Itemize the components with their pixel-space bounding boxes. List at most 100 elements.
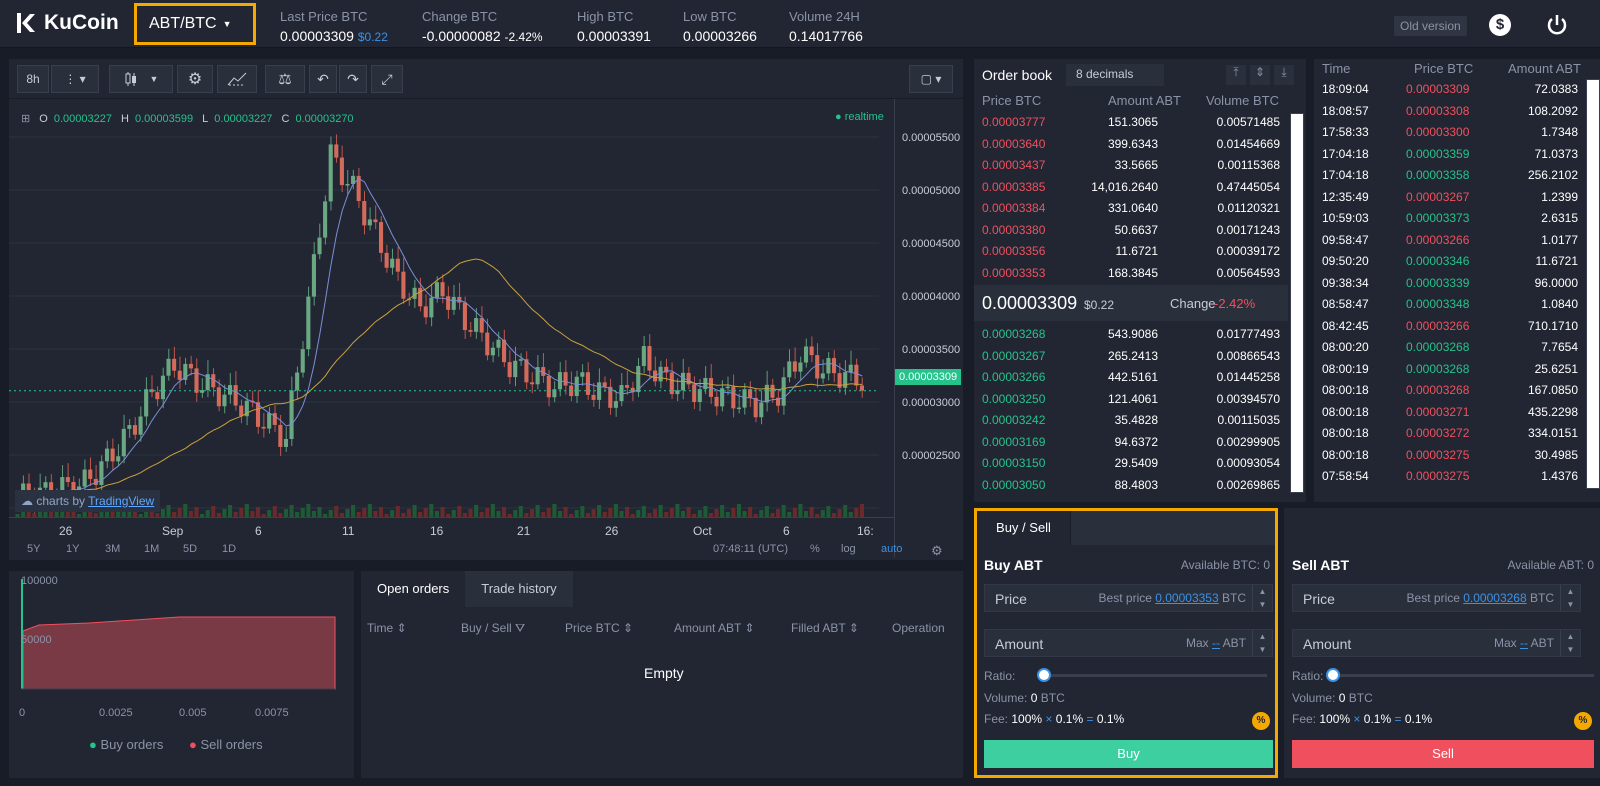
- buy-price-input[interactable]: Price Best price 0.00003353 BTC ▲ ▼: [984, 584, 1273, 612]
- order-book-scrollbar[interactable]: [1290, 113, 1304, 493]
- col-amount[interactable]: Amount ABT ⇕: [674, 621, 755, 635]
- fee-a: 100%: [1319, 712, 1351, 726]
- max-link[interactable]: --: [1212, 636, 1220, 650]
- bid-row[interactable]: 0.00003169 94.6372 0.00299905: [974, 431, 1288, 453]
- candle-body: [474, 318, 479, 332]
- candle-body: [373, 219, 378, 223]
- buy-amount-input[interactable]: Amount Max -- ABT ▲ ▼: [984, 629, 1273, 657]
- candlestick-chart[interactable]: [9, 99, 894, 517]
- price-axis[interactable]: 0.00005500 0.00005000 0.00004500 0.00004…: [894, 99, 963, 557]
- trade-row: 08:00:18 0.00003271 435.2298: [1314, 402, 1582, 424]
- ask-row[interactable]: 0.00003380 50.6637 0.00171243: [974, 219, 1288, 241]
- undo-icon[interactable]: ↶: [309, 65, 337, 93]
- volume-bar: [345, 509, 350, 517]
- tradingview-link[interactable]: TradingView: [88, 494, 154, 508]
- time-tick: Oct: [693, 524, 712, 538]
- candle-body: [513, 360, 518, 378]
- volume-bar: [653, 509, 658, 517]
- time-tick: 6: [783, 524, 790, 538]
- ask-row[interactable]: 0.00003384 331.0640 0.01120321: [974, 197, 1288, 219]
- stat-label: Low BTC: [683, 9, 737, 24]
- asks-only-icon[interactable]: ⤒: [1226, 65, 1246, 85]
- fee-discount-icon[interactable]: %: [1252, 712, 1270, 730]
- percent-toggle[interactable]: %: [810, 543, 820, 555]
- ask-row[interactable]: 0.00003356 11.6721 0.00039172: [974, 240, 1288, 262]
- buy-ratio-slider[interactable]: [1037, 668, 1051, 682]
- range-5d[interactable]: 5D: [183, 543, 197, 555]
- price-stepper-icon[interactable]: ▲ ▼: [1252, 585, 1272, 611]
- filter-icon: ⛛: [515, 621, 526, 635]
- tradingview-badge[interactable]: ☁ charts by TradingView: [15, 490, 161, 512]
- interval-button[interactable]: 8h: [17, 65, 49, 93]
- decimals-select[interactable]: 8 decimals: [1066, 64, 1164, 86]
- indicators-icon[interactable]: [217, 65, 257, 93]
- bids-only-icon[interactable]: ⤓: [1274, 65, 1294, 85]
- ask-row[interactable]: 0.00003777 151.3065 0.00571485: [974, 111, 1288, 133]
- sell-ratio-track[interactable]: [1332, 674, 1594, 677]
- fullscreen-icon[interactable]: ⤢: [371, 65, 403, 93]
- power-icon[interactable]: [1544, 12, 1570, 38]
- max-link[interactable]: --: [1520, 636, 1528, 650]
- sell-button[interactable]: Sell: [1292, 740, 1594, 768]
- time-axis[interactable]: 26 Sep 6 11 16 21 26 Oct 6 16:: [9, 517, 894, 541]
- range-1y[interactable]: 1Y: [66, 543, 79, 555]
- range-3m[interactable]: 3M: [105, 543, 120, 555]
- best-price-link[interactable]: 0.00003268: [1463, 591, 1526, 605]
- kucoin-logo[interactable]: KuCoin: [14, 11, 119, 35]
- sell-price-input[interactable]: Price Best price 0.00003268 BTC ▲ ▼: [1292, 584, 1581, 612]
- best-price-link[interactable]: 0.00003353: [1155, 591, 1218, 605]
- both-sides-icon[interactable]: ⇕: [1250, 65, 1270, 85]
- volume-bar: [809, 507, 814, 517]
- ask-row[interactable]: 0.00003640 399.6343 0.01454669: [974, 133, 1288, 155]
- bid-row[interactable]: 0.00003250 121.4061 0.00394570: [974, 388, 1288, 410]
- col-time[interactable]: Time ⇕: [367, 621, 407, 635]
- orders-tabs: Open orders Trade history: [361, 571, 573, 607]
- ask-row[interactable]: 0.00003353 168.3845 0.00564593: [974, 262, 1288, 284]
- chart-settings-gear-icon[interactable]: ⚙: [931, 543, 943, 559]
- gear-icon[interactable]: ⚙: [177, 65, 213, 93]
- price-stepper-icon[interactable]: ▲ ▼: [1560, 585, 1580, 611]
- range-1d[interactable]: 1D: [222, 543, 236, 555]
- trade-time: 09:38:34: [1322, 275, 1369, 290]
- tab-trade-history[interactable]: Trade history: [465, 571, 573, 607]
- tab-open-orders[interactable]: Open orders: [361, 571, 466, 607]
- log-toggle[interactable]: log: [841, 543, 856, 555]
- bid-row[interactable]: 0.00003050 88.4803 0.00269865: [974, 474, 1288, 496]
- bid-row[interactable]: 0.00003266 442.5161 0.01445258: [974, 366, 1288, 388]
- buy-button[interactable]: Buy: [984, 740, 1273, 768]
- dollar-icon[interactable]: $: [1489, 14, 1511, 36]
- sell-ratio-slider[interactable]: [1326, 668, 1340, 682]
- buy-ratio-track[interactable]: [1043, 674, 1267, 677]
- tab-buy-sell[interactable]: Buy / Sell: [977, 511, 1071, 545]
- volume-bar: [518, 506, 523, 517]
- amount-stepper-icon[interactable]: ▲ ▼: [1252, 630, 1272, 656]
- auto-toggle[interactable]: auto: [881, 543, 902, 555]
- candle-body: [384, 252, 389, 268]
- bid-row[interactable]: 0.00003267 265.2413 0.00866543: [974, 345, 1288, 367]
- old-version-button[interactable]: Old version: [1394, 16, 1467, 36]
- col-filled[interactable]: Filled ABT ⇕: [791, 621, 859, 635]
- sell-amount-input[interactable]: Amount Max -- ABT ▲ ▼: [1292, 629, 1581, 657]
- range-1m[interactable]: 1M: [144, 543, 159, 555]
- interval-menu-icon[interactable]: ⋮ ▾: [51, 65, 99, 93]
- ask-row[interactable]: 0.00003385 14,016.2640 0.47445054: [974, 176, 1288, 198]
- trades-scrollbar[interactable]: [1586, 79, 1600, 489]
- sell-fee: Fee: 100% × 0.1% = 0.1%: [1292, 712, 1433, 726]
- col-buy-sell[interactable]: Buy / Sell ⛛: [461, 621, 525, 636]
- candle-type-icon[interactable]: ▼: [109, 65, 173, 93]
- bid-row[interactable]: 0.00003150 29.5409 0.00093054: [974, 452, 1288, 474]
- depth-chart[interactable]: [9, 571, 354, 721]
- volume-bar: [468, 509, 473, 517]
- col-price[interactable]: Price BTC ⇕: [565, 621, 633, 635]
- redo-icon[interactable]: ↷: [339, 65, 367, 93]
- range-5y[interactable]: 5Y: [27, 543, 40, 555]
- compare-icon[interactable]: ⚖: [265, 65, 305, 93]
- candle-body: [339, 157, 344, 186]
- amount-stepper-icon[interactable]: ▲ ▼: [1560, 630, 1580, 656]
- fee-discount-icon[interactable]: %: [1574, 712, 1592, 730]
- bid-row[interactable]: 0.00003268 543.9086 0.01777493: [974, 323, 1288, 345]
- screenshot-icon[interactable]: ▢ ▾: [909, 65, 953, 93]
- ask-row[interactable]: 0.00003437 33.5665 0.00115368: [974, 154, 1288, 176]
- bid-row[interactable]: 0.00003242 35.4828 0.00115035: [974, 409, 1288, 431]
- pair-selector[interactable]: ABT/BTC ▼: [134, 3, 256, 45]
